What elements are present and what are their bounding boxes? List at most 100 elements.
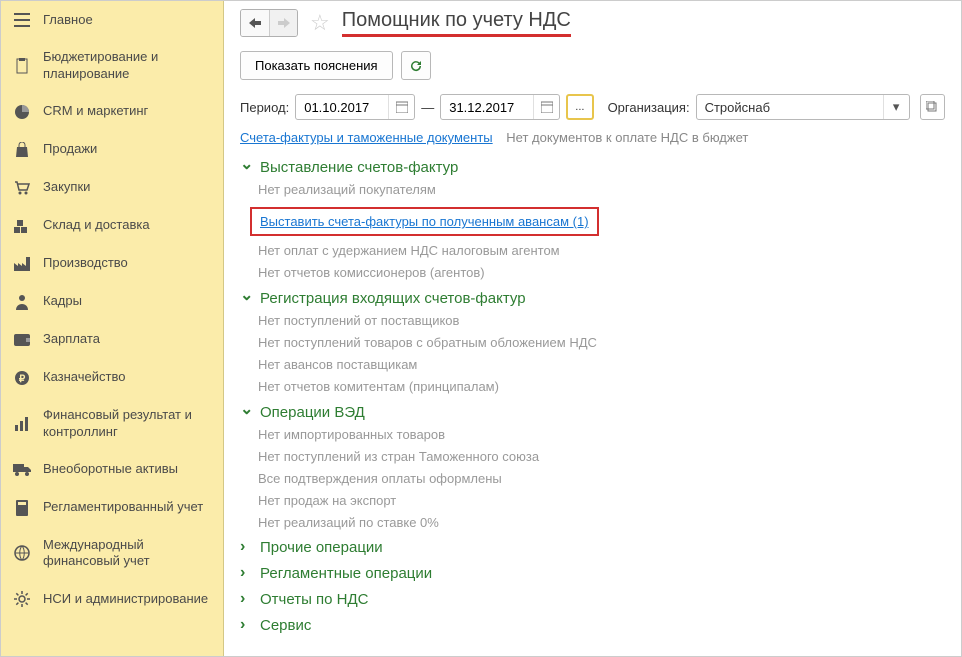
menu-icon (13, 11, 31, 29)
period-label: Период: (240, 100, 289, 115)
chevron-right-icon (240, 564, 254, 582)
svg-text:₽: ₽ (19, 374, 26, 385)
toolbar: Показать пояснения (240, 51, 945, 80)
section-title: Операции ВЭД (260, 404, 365, 421)
sidebar-item-intl[interactable]: Международный финансовый учет (1, 527, 223, 581)
nav-buttons (240, 9, 298, 37)
section-item: Нет реализаций покупателям (258, 182, 945, 197)
refresh-button[interactable] (401, 51, 431, 80)
sidebar-item-label: Внеоборотные активы (43, 461, 178, 478)
section-title: Прочие операции (260, 539, 383, 556)
date-from-input[interactable] (296, 95, 388, 119)
sidebar-item-label: Закупки (43, 179, 90, 196)
chevron-down-icon (240, 288, 254, 308)
section-item: Нет продаж на экспорт (258, 493, 945, 508)
bag-icon (13, 141, 31, 159)
section-item: Нет поступлений от поставщиков (258, 313, 945, 328)
sidebar-item-warehouse[interactable]: Склад и доставка (1, 207, 223, 245)
date-from-group (295, 94, 415, 120)
org-label: Организация: (608, 100, 690, 115)
cart-icon (13, 179, 31, 197)
sidebar-item-purchases[interactable]: Закупки (1, 169, 223, 207)
calendar-icon[interactable] (388, 95, 414, 119)
period-picker-button[interactable]: ... (566, 94, 593, 120)
section-issue-invoices: Выставление счетов-фактур Нет реализаций… (240, 157, 945, 280)
section-title: Сервис (260, 617, 311, 634)
date-to-input[interactable] (441, 95, 533, 119)
popout-button[interactable] (920, 94, 945, 120)
sidebar-item-regulated[interactable]: Регламентированный учет (1, 489, 223, 527)
section-title: Отчеты по НДС (260, 591, 368, 608)
sidebar-item-hr[interactable]: Кадры (1, 283, 223, 321)
ruble-icon: ₽ (13, 369, 31, 387)
sidebar-item-label: Казначейство (43, 369, 125, 386)
sidebar-item-label: Склад и доставка (43, 217, 150, 234)
docs-note: Нет документов к оплате НДС в бюджет (506, 130, 748, 145)
main-content: ☆ Помощник по учету НДС Показать пояснен… (224, 1, 961, 656)
sidebar-item-budget[interactable]: Бюджетирование и планирование (1, 39, 223, 93)
highlighted-action: Выставить счета-фактуры по полученным ав… (250, 207, 599, 236)
sidebar-item-admin[interactable]: НСИ и администрирование (1, 580, 223, 618)
section-ved: Операции ВЭД Нет импортированных товаров… (240, 402, 945, 530)
sidebar-item-sales[interactable]: Продажи (1, 131, 223, 169)
sidebar-item-label: Регламентированный учет (43, 499, 203, 516)
factory-icon (13, 255, 31, 273)
calendar-icon[interactable] (533, 95, 559, 119)
back-button[interactable] (241, 10, 269, 36)
issue-advance-invoices-link[interactable]: Выставить счета-фактуры по полученным ав… (260, 214, 589, 229)
section-item: Нет реализаций по ставке 0% (258, 515, 945, 530)
sidebar-item-production[interactable]: Производство (1, 245, 223, 283)
section-toggle[interactable]: Регламентные операции (240, 564, 945, 582)
org-select[interactable]: Стройснаб ▾ (696, 94, 910, 120)
chevron-right-icon (240, 616, 254, 634)
boxes-icon (13, 217, 31, 235)
dropdown-icon[interactable]: ▾ (883, 95, 909, 119)
section-other-ops: Прочие операции (240, 538, 945, 556)
sidebar-item-label: Главное (43, 12, 93, 29)
section-item: Нет поступлений товаров с обратным облож… (258, 335, 945, 350)
section-service: Сервис (240, 616, 945, 634)
section-toggle[interactable]: Отчеты по НДС (240, 590, 945, 608)
truck-icon (13, 461, 31, 479)
gear-icon (13, 590, 31, 608)
chevron-right-icon (240, 538, 254, 556)
sidebar-item-assets[interactable]: Внеоборотные активы (1, 451, 223, 489)
section-item: Нет отчетов комитентам (принципалам) (258, 379, 945, 394)
sidebar-item-label: Продажи (43, 141, 97, 158)
chevron-right-icon (240, 590, 254, 608)
date-separator: — (421, 100, 434, 115)
sidebar-item-finance[interactable]: Финансовый результат и контроллинг (1, 397, 223, 451)
sidebar-item-label: Международный финансовый учет (43, 537, 211, 571)
section-title: Выставление счетов-фактур (260, 159, 458, 176)
show-explanations-button[interactable]: Показать пояснения (240, 51, 393, 80)
sidebar-item-label: Производство (43, 255, 128, 272)
sidebar-item-label: CRM и маркетинг (43, 103, 148, 120)
section-toggle[interactable]: Регистрация входящих счетов-фактур (240, 288, 945, 308)
page-title: Помощник по учету НДС (342, 9, 571, 37)
globe-icon (13, 544, 31, 562)
sidebar-item-treasury[interactable]: ₽ Казначейство (1, 359, 223, 397)
section-item: Нет отчетов комиссионеров (агентов) (258, 265, 945, 280)
section-title: Регистрация входящих счетов-фактур (260, 290, 526, 307)
wallet-icon (13, 331, 31, 349)
sidebar-item-label: Бюджетирование и планирование (43, 49, 211, 83)
sidebar-item-label: Финансовый результат и контроллинг (43, 407, 211, 441)
favorite-star-icon[interactable]: ☆ (310, 10, 330, 36)
section-toggle[interactable]: Выставление счетов-фактур (240, 157, 945, 177)
sidebar-item-main[interactable]: Главное (1, 1, 223, 39)
sidebar-item-label: Зарплата (43, 331, 100, 348)
forward-button[interactable] (269, 10, 297, 36)
calculator-icon (13, 499, 31, 517)
invoices-docs-link[interactable]: Счета-фактуры и таможенные документы (240, 130, 493, 145)
section-toggle[interactable]: Сервис (240, 616, 945, 634)
section-item: Все подтверждения оплаты оформлены (258, 471, 945, 486)
section-register-incoming: Регистрация входящих счетов-фактур Нет п… (240, 288, 945, 394)
sidebar-item-salary[interactable]: Зарплата (1, 321, 223, 359)
titlebar: ☆ Помощник по учету НДС (240, 9, 945, 37)
clipboard-icon (13, 57, 31, 75)
section-toggle[interactable]: Прочие операции (240, 538, 945, 556)
sidebar-item-crm[interactable]: CRM и маркетинг (1, 93, 223, 131)
section-toggle[interactable]: Операции ВЭД (240, 402, 945, 422)
docs-row: Счета-фактуры и таможенные документы Нет… (240, 130, 945, 145)
chevron-down-icon (240, 402, 254, 422)
